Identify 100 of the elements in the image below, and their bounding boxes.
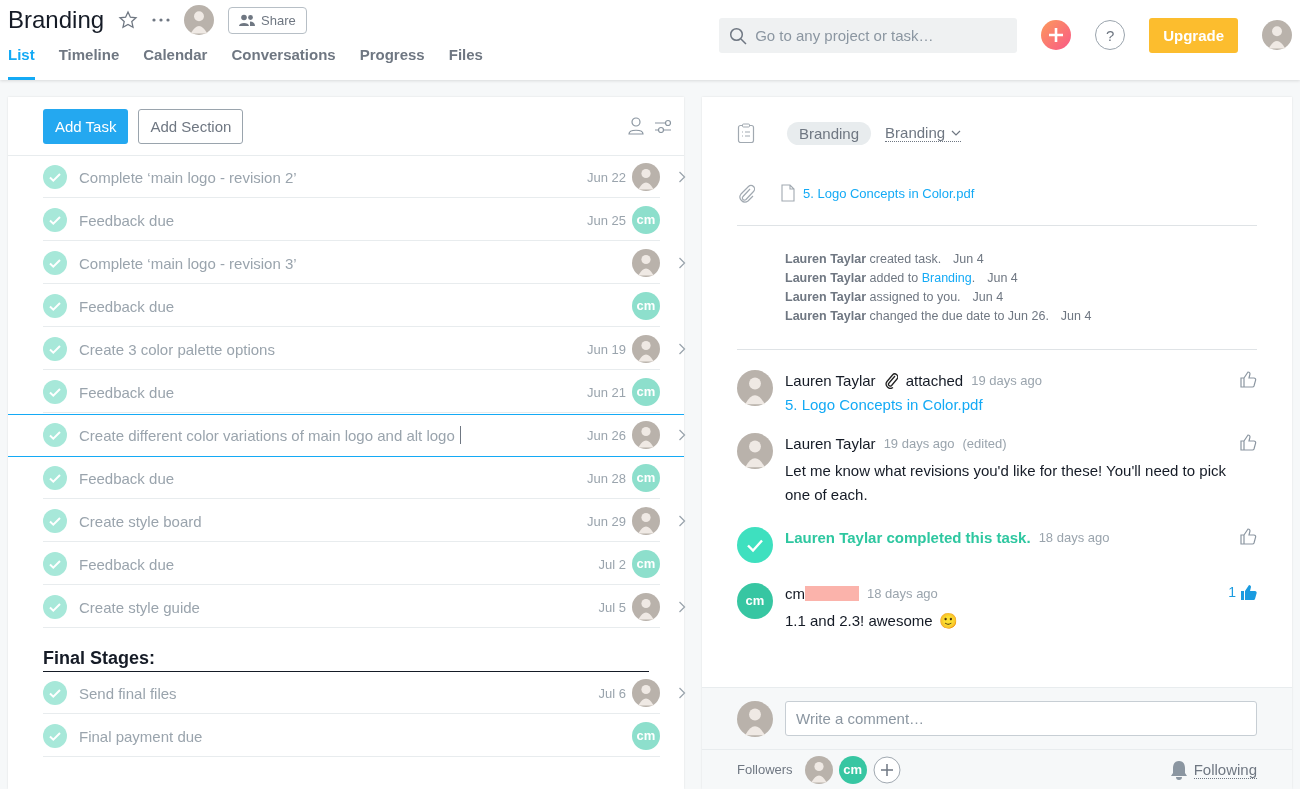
task-row[interactable]: Complete ‘main logo - revision 2’ Jun 22 — [8, 156, 684, 199]
checkbox[interactable] — [43, 337, 67, 361]
help-button[interactable]: ? — [1095, 20, 1126, 50]
activity-date: Jun 4 — [953, 252, 984, 266]
task-name: Feedback due — [79, 469, 175, 487]
checkbox[interactable] — [43, 208, 67, 232]
avatar — [737, 433, 773, 469]
checkbox[interactable] — [43, 294, 67, 318]
upgrade-button[interactable]: Upgrade — [1149, 17, 1238, 53]
task-name: Create style board — [79, 512, 202, 530]
project-tag[interactable]: Branding — [787, 121, 872, 145]
avatar: cm — [632, 464, 660, 492]
timestamp: 18 days ago — [867, 585, 938, 601]
task-name: Create 3 color palette options — [79, 340, 275, 358]
task-name: Create style guide — [79, 598, 200, 616]
project-link[interactable]: Branding — [921, 271, 972, 285]
like-button[interactable] — [1239, 527, 1257, 545]
tab[interactable]: Conversations — [231, 46, 336, 80]
chevron-right-icon[interactable] — [678, 515, 686, 527]
paperclip-icon — [883, 371, 898, 389]
avatar — [737, 700, 773, 737]
task-row[interactable]: Create 3 color palette options Jun 19 — [8, 328, 684, 371]
tab[interactable]: Calendar — [143, 46, 208, 80]
following-button[interactable]: Following — [1169, 759, 1257, 780]
checkbox[interactable] — [43, 423, 67, 447]
chevron-right-icon[interactable] — [678, 601, 686, 613]
task-row[interactable]: Create style board Jun 29 — [8, 500, 684, 543]
like-button[interactable]: 1 — [1228, 583, 1257, 601]
checkbox[interactable] — [43, 509, 67, 533]
emoji: 🙂 — [938, 612, 958, 629]
add-follower-icon — [872, 755, 901, 784]
author-name: Lauren Taylar — [785, 371, 876, 389]
task-row[interactable]: Complete ‘main logo - revision 3’ — [8, 242, 684, 285]
filter-icon — [654, 119, 672, 133]
checkbox[interactable] — [43, 251, 67, 275]
checkbox[interactable] — [43, 165, 67, 189]
task-name: Feedback due — [79, 297, 175, 315]
avatar: cm — [632, 206, 660, 234]
task-name: Feedback due — [79, 383, 175, 401]
activity-date: Jun 4 — [1060, 309, 1092, 323]
checkbox[interactable] — [43, 466, 67, 490]
avatar — [804, 755, 833, 784]
checkbox[interactable] — [43, 724, 67, 748]
checkbox[interactable] — [43, 595, 67, 619]
due-date: Jun 26 — [586, 427, 626, 443]
add-task-button[interactable]: Add Task — [43, 108, 129, 144]
chevron-right-icon[interactable] — [678, 171, 686, 183]
task-name: Final payment due — [79, 727, 203, 745]
task-row[interactable]: Final payment due cm — [8, 715, 684, 758]
task-row[interactable]: Feedback due Jul 2 cm — [8, 543, 684, 586]
chevron-right-icon[interactable] — [678, 343, 686, 355]
checkbox[interactable] — [43, 380, 67, 404]
tab[interactable]: Files — [448, 46, 483, 80]
avatar: cm — [838, 755, 867, 784]
task-row[interactable]: Create style guide Jul 5 — [8, 586, 684, 629]
person-icon — [628, 117, 644, 135]
action-text: attached — [905, 371, 964, 389]
share-button[interactable]: Share — [228, 6, 307, 34]
due-date: Jun 29 — [586, 513, 626, 529]
activity-text: Lauren Taylar assigned to you. — [785, 290, 961, 304]
document-icon — [781, 184, 795, 202]
chevron-right-icon[interactable] — [678, 257, 686, 269]
timestamp: 19 days ago — [883, 435, 955, 451]
add-section-button[interactable]: Add Section — [138, 108, 244, 144]
task-row[interactable]: Send final files Jul 6 — [8, 672, 684, 715]
completion-text: Lauren Taylar completed this task. — [785, 528, 1031, 546]
paperclip-icon — [737, 183, 755, 203]
more-icon — [152, 18, 171, 22]
task-row[interactable]: Feedback due Jun 21 cm — [8, 371, 684, 414]
task-name: Complete ‘main logo - revision 2’ — [79, 168, 297, 186]
task-row[interactable]: Feedback due cm — [8, 285, 684, 328]
edited-label: (edited) — [962, 435, 1007, 451]
checkbox[interactable] — [43, 552, 67, 576]
task-row[interactable]: Feedback due Jun 25 cm — [8, 199, 684, 242]
task-name: Feedback due — [79, 211, 175, 229]
tab[interactable]: Progress — [359, 46, 425, 80]
avatar — [737, 370, 773, 406]
attachment-link[interactable]: 5. Logo Concepts in Color.pdf — [803, 185, 975, 201]
comment-field[interactable]: Write a comment… — [785, 701, 1257, 736]
like-button[interactable] — [1239, 433, 1257, 451]
task-row[interactable]: Feedback due Jun 28 cm — [8, 457, 684, 500]
tab[interactable]: List — [8, 46, 35, 80]
add-icon — [1041, 20, 1072, 50]
search-field[interactable]: Go to any project or task… — [719, 17, 1018, 53]
avatar: cm — [737, 583, 773, 619]
completed-check-icon — [737, 527, 773, 563]
checkbox[interactable] — [43, 681, 67, 705]
section-dropdown[interactable]: Branding — [885, 124, 962, 142]
people-icon — [239, 14, 256, 26]
attachment-link[interactable]: 5. Logo Concepts in Color.pdf — [785, 396, 1227, 413]
chevron-right-icon[interactable] — [678, 429, 686, 441]
avatar — [632, 335, 660, 363]
chevron-right-icon[interactable] — [678, 687, 686, 699]
tab[interactable]: Timeline — [58, 46, 120, 80]
thumbs-up-icon — [1239, 583, 1257, 601]
due-date: Jul 5 — [598, 599, 626, 615]
avatar — [632, 679, 660, 707]
author-name: Lauren Taylar — [785, 434, 876, 452]
task-row[interactable]: Create different color variations of main logo and alt logo Jun 26 — [8, 414, 684, 457]
like-button[interactable] — [1239, 370, 1257, 388]
